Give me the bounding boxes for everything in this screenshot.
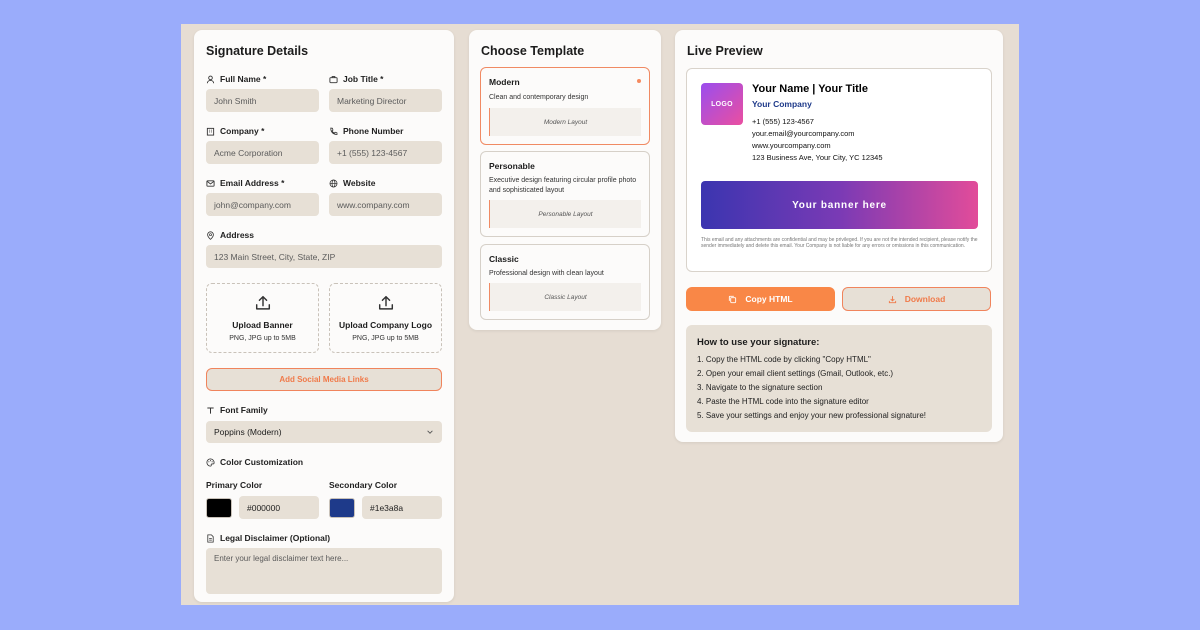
upload-banner-hint: PNG, JPG up to 5MB bbox=[229, 335, 296, 342]
company-label: Company * bbox=[206, 126, 264, 136]
how-to-title: How to use your signature: bbox=[697, 337, 820, 348]
palette-icon bbox=[206, 457, 215, 467]
upload-icon bbox=[255, 295, 270, 310]
company-input[interactable]: Acme Corporation bbox=[206, 141, 319, 164]
how-to-step: 3. Navigate to the signature section bbox=[697, 383, 823, 392]
color-customization-label-text: Color Customization bbox=[220, 457, 304, 467]
secondary-color-input[interactable]: #1e3a8a bbox=[362, 496, 442, 519]
signature-disclaimer: This email and any attachments are confi… bbox=[701, 237, 978, 250]
template-card-classic[interactable]: Classic Professional design with clean l… bbox=[480, 244, 650, 320]
add-social-links-button[interactable]: Add Social Media Links bbox=[206, 368, 442, 391]
address-input[interactable]: 123 Main Street, City, State, ZIP bbox=[206, 245, 442, 268]
website-label-text: Website bbox=[343, 178, 376, 188]
download-icon bbox=[888, 295, 896, 303]
type-icon bbox=[207, 406, 214, 414]
primary-color-label: Primary Color bbox=[206, 480, 263, 490]
panel-title: Signature Details bbox=[206, 44, 309, 58]
upload-logo-title: Upload Company Logo bbox=[338, 320, 433, 330]
phone-label: Phone Number bbox=[329, 126, 403, 136]
signature-preview: LOGO Your Name | Your Title Your Company… bbox=[686, 68, 992, 272]
website-label: Website bbox=[329, 178, 375, 188]
signature-website: www.yourcompany.com bbox=[752, 141, 831, 150]
template-name: Personable bbox=[489, 161, 535, 171]
building-icon bbox=[206, 127, 215, 136]
upload-logo-hint: PNG, JPG up to 5MB bbox=[352, 335, 419, 342]
template-card-personable[interactable]: Personable Executive design featuring ci… bbox=[480, 151, 650, 237]
signature-name-title: Your Name | Your Title bbox=[752, 83, 868, 95]
panel-title: Choose Template bbox=[481, 44, 585, 58]
font-family-label-text: Font Family bbox=[220, 405, 268, 415]
briefcase-icon bbox=[329, 75, 338, 83]
live-preview-panel: Live Preview LOGO Your Name | Your Title… bbox=[675, 30, 1003, 442]
primary-color-swatch[interactable] bbox=[206, 498, 232, 518]
template-card-modern[interactable]: Modern Clean and contemporary design Mod… bbox=[480, 67, 650, 145]
template-name: Classic bbox=[489, 254, 519, 264]
template-preview: Modern Layout bbox=[489, 108, 641, 136]
template-name: Modern bbox=[489, 77, 520, 87]
company-label-text: Company * bbox=[220, 126, 265, 136]
template-description: Executive design featuring circular prof… bbox=[489, 177, 637, 194]
how-to-step: 2. Open your email client settings (Gmai… bbox=[697, 369, 894, 378]
phone-input[interactable]: +1 (555) 123-4567 bbox=[329, 141, 442, 164]
legal-disclaimer-label-text: Legal Disclaimer (Optional) bbox=[220, 533, 331, 543]
template-preview: Classic Layout bbox=[489, 283, 641, 311]
full-name-input[interactable]: John Smith bbox=[206, 89, 319, 112]
map-pin-icon bbox=[207, 230, 214, 240]
email-input[interactable]: john@company.com bbox=[206, 193, 319, 216]
job-title-label: Job Title * bbox=[329, 74, 383, 84]
file-icon bbox=[207, 533, 214, 543]
legal-disclaimer-label: Legal Disclaimer (Optional) bbox=[206, 533, 330, 543]
copy-html-button[interactable]: Copy HTML bbox=[686, 287, 835, 311]
mail-icon bbox=[206, 179, 215, 187]
globe-icon bbox=[329, 179, 338, 187]
legal-disclaimer-textarea[interactable]: Enter your legal disclaimer text here... bbox=[206, 548, 442, 594]
panel-title: Live Preview bbox=[687, 44, 763, 58]
template-description: Professional design with clean layout bbox=[489, 270, 604, 277]
email-label: Email Address * bbox=[206, 178, 284, 188]
upload-icon bbox=[378, 295, 393, 310]
job-title-label-text: Job Title * bbox=[343, 74, 384, 84]
user-icon bbox=[206, 75, 215, 83]
website-input[interactable]: www.company.com bbox=[329, 193, 442, 216]
full-name-label-text: Full Name * bbox=[220, 74, 267, 84]
secondary-color-label: Secondary Color bbox=[329, 480, 398, 490]
phone-icon bbox=[330, 127, 338, 135]
chevron-down-icon bbox=[427, 430, 433, 434]
signature-banner: Your banner here bbox=[701, 181, 978, 229]
download-label: Download bbox=[904, 294, 946, 304]
how-to-step: 1. Copy the HTML code by clicking "Copy … bbox=[697, 355, 871, 364]
upload-banner-dropzone[interactable]: Upload Banner PNG, JPG up to 5MB bbox=[206, 283, 319, 353]
primary-color-input[interactable]: #000000 bbox=[239, 496, 319, 519]
how-to-step: 4. Paste the HTML code into the signatur… bbox=[697, 397, 869, 406]
full-name-label: Full Name * bbox=[206, 74, 266, 84]
signature-phone: +1 (555) 123-4567 bbox=[752, 117, 814, 126]
signature-address: 123 Business Ave, Your City, YC 12345 bbox=[752, 153, 883, 162]
template-preview: Personable Layout bbox=[489, 200, 641, 228]
template-description: Clean and contemporary design bbox=[489, 94, 589, 101]
address-label-text: Address bbox=[220, 230, 255, 240]
signature-email: your.email@yourcompany.com bbox=[752, 129, 855, 138]
signature-details-panel: Signature Details Full Name * John Smith… bbox=[194, 30, 454, 602]
phone-label-text: Phone Number bbox=[343, 126, 404, 136]
download-button[interactable]: Download bbox=[842, 287, 991, 311]
font-family-label: Font Family bbox=[206, 405, 268, 415]
app-canvas: Signature Details Full Name * John Smith… bbox=[181, 24, 1019, 605]
signature-company: Your Company bbox=[752, 99, 812, 109]
selected-indicator bbox=[637, 79, 641, 83]
template-panel: Choose Template Modern Clean and contemp… bbox=[469, 30, 661, 330]
job-title-input[interactable]: Marketing Director bbox=[329, 89, 442, 112]
font-family-value: Poppins (Modern) bbox=[214, 427, 282, 437]
font-family-select[interactable]: Poppins (Modern) bbox=[206, 421, 442, 443]
secondary-color-swatch[interactable] bbox=[329, 498, 355, 518]
upload-logo-dropzone[interactable]: Upload Company Logo PNG, JPG up to 5MB bbox=[329, 283, 442, 353]
logo-placeholder: LOGO bbox=[701, 83, 743, 125]
how-to-box: How to use your signature: 1. Copy the H… bbox=[686, 325, 992, 432]
email-label-text: Email Address * bbox=[220, 178, 285, 188]
color-customization-label: Color Customization bbox=[206, 457, 303, 467]
how-to-step: 5. Save your settings and enjoy your new… bbox=[697, 411, 927, 420]
copy-html-label: Copy HTML bbox=[745, 294, 793, 304]
upload-banner-title: Upload Banner bbox=[232, 320, 293, 330]
address-label: Address bbox=[206, 230, 254, 240]
copy-icon bbox=[729, 295, 737, 303]
